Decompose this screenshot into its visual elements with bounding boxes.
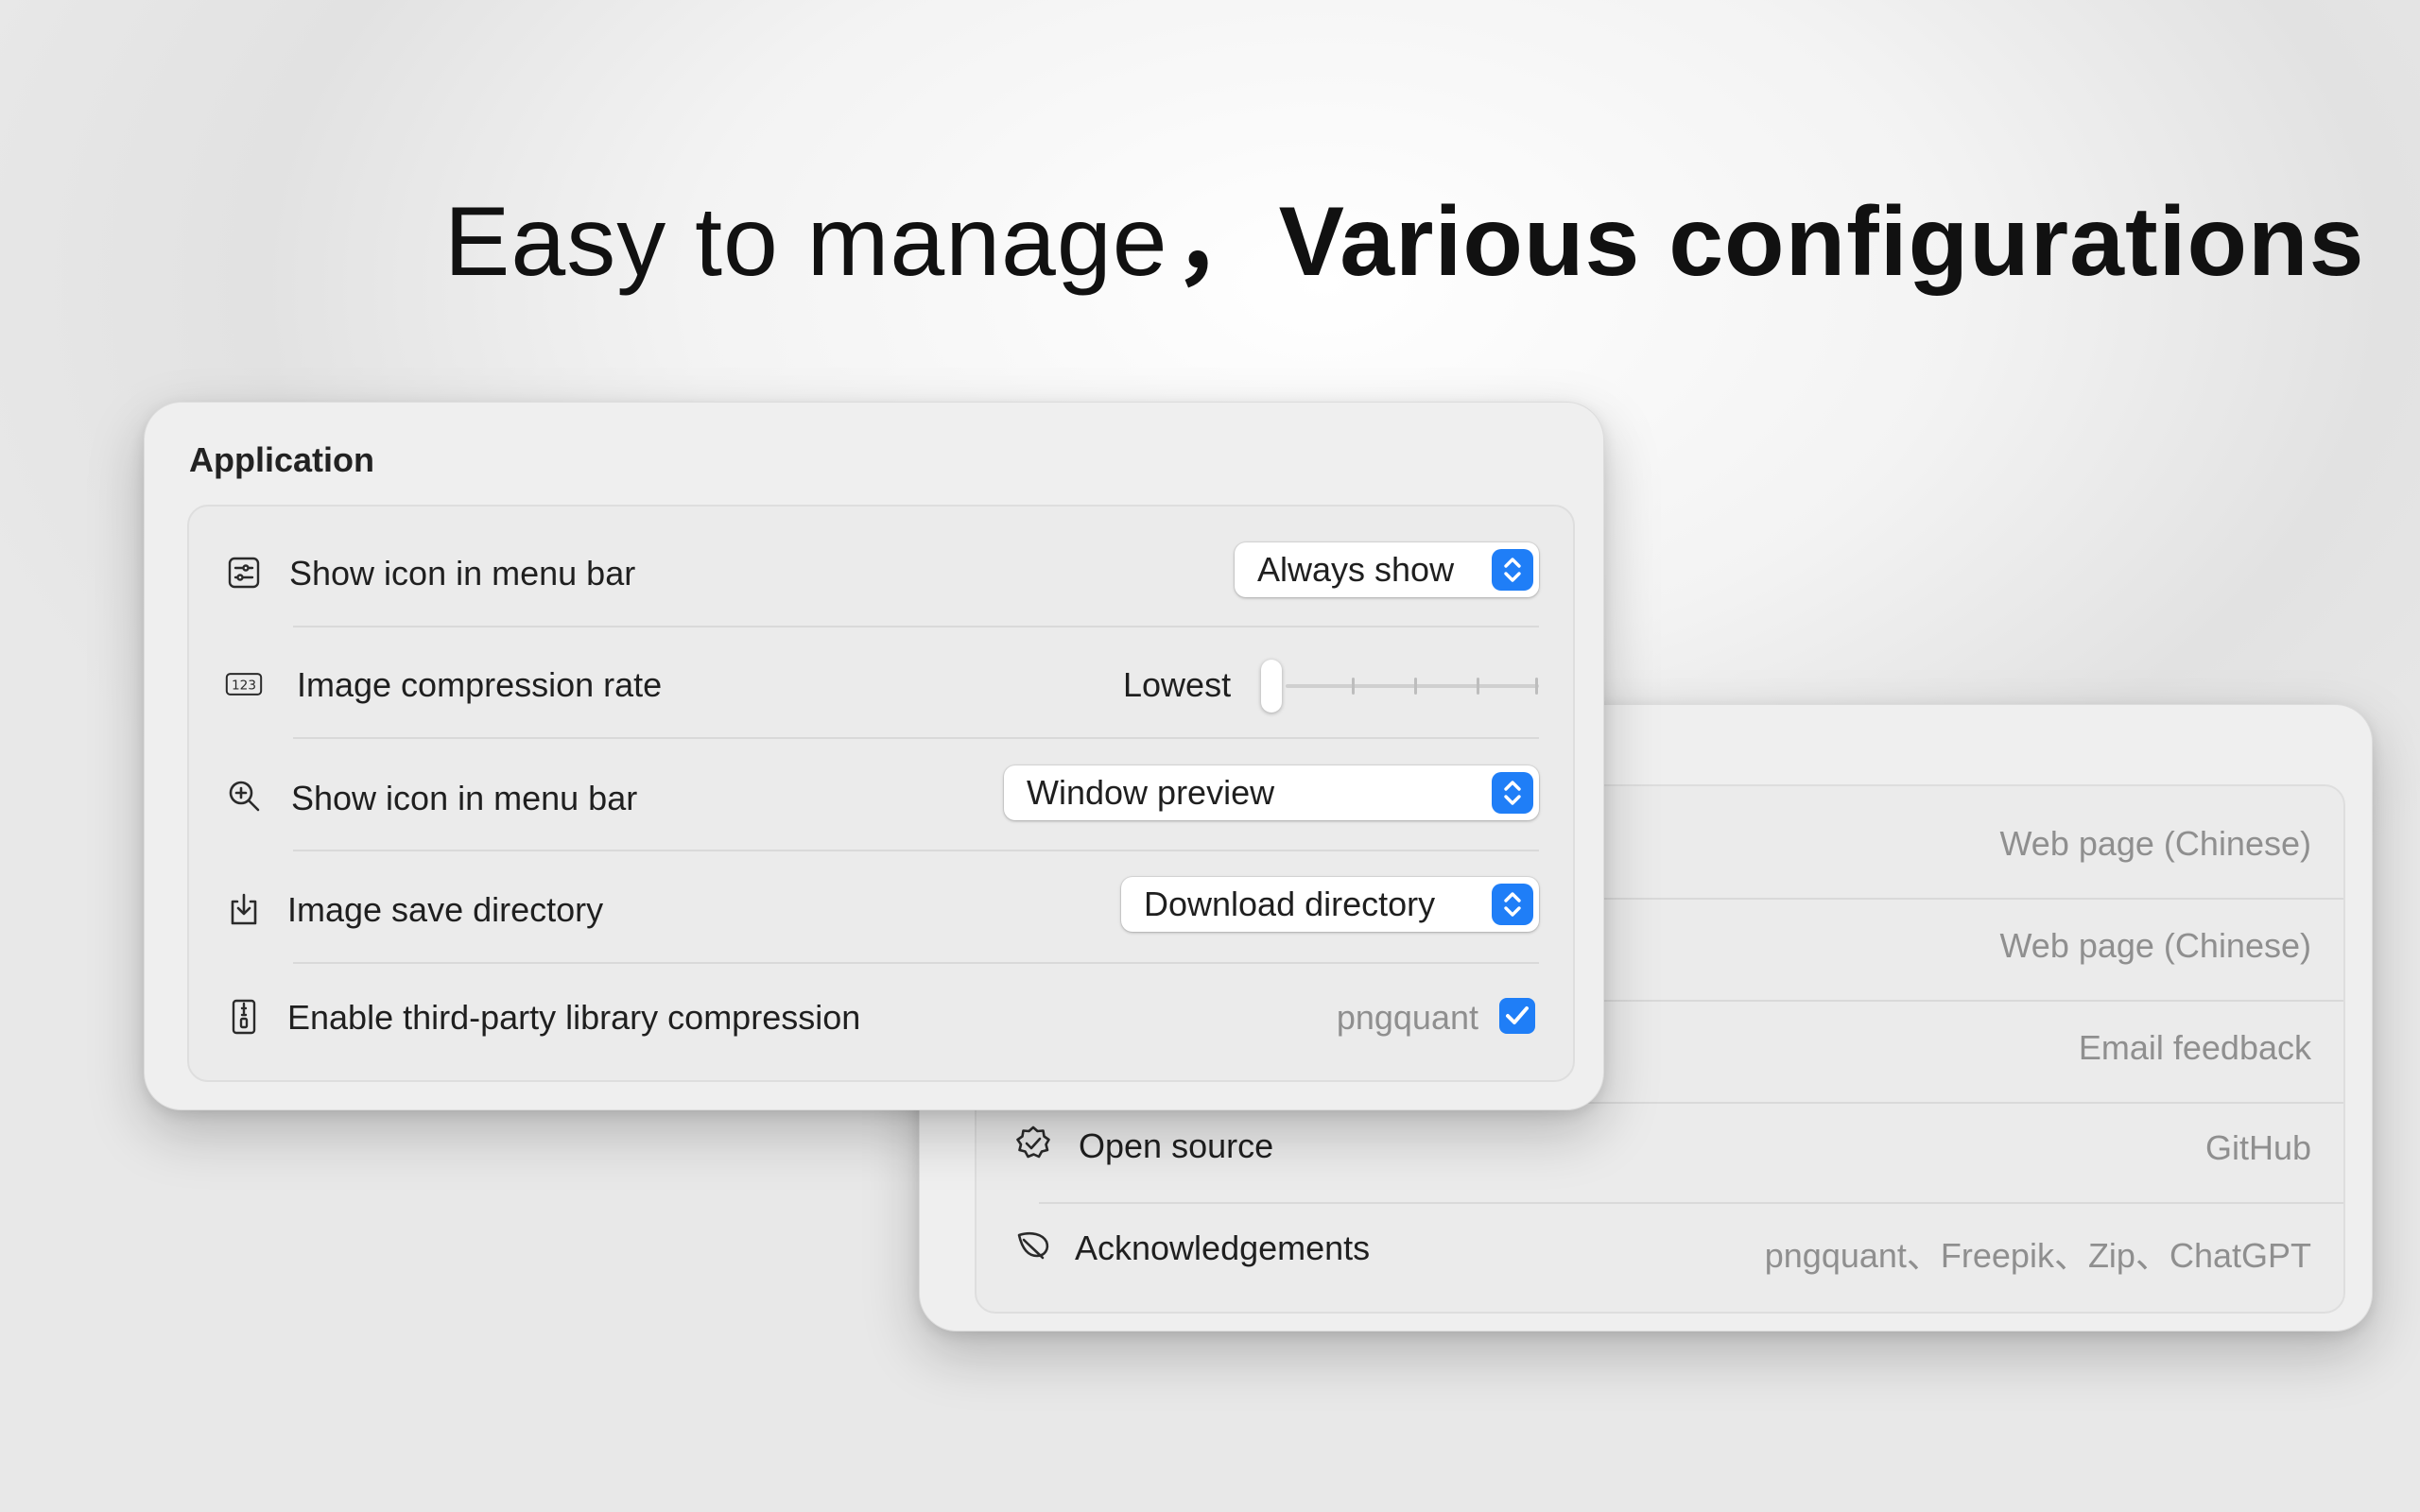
email-feedback-link[interactable]: Email feedback [2079,1028,2311,1068]
github-link[interactable]: GitHub [2205,1128,2311,1168]
website-link-1[interactable]: Web page (Chinese) [1999,824,2311,864]
slider-tick [1535,678,1538,695]
slider-tick [1352,678,1355,695]
checkmark-icon [1506,1006,1529,1024]
row-divider [293,737,1539,739]
row-divider [293,626,1539,627]
third-party-library-name: pngquant [1336,998,1478,1037]
compression-rate-slider-knob[interactable] [1261,660,1282,713]
leaf-icon [1014,1227,1052,1264]
menu-bar-icon-popup-value: Always show [1257,550,1455,589]
headline-light: Easy to manage [444,187,1168,297]
section-title: Application [189,440,374,479]
third-party-compression-checkbox[interactable] [1499,998,1535,1034]
acknowledgements-label: Acknowledgements [1075,1228,1371,1267]
compression-rate-slider[interactable] [1286,684,1539,688]
row-divider [293,962,1539,964]
download-tray-icon [225,890,263,928]
sliders-window-icon [225,554,263,592]
save-directory-popup-value: Download directory [1144,885,1436,923]
application-settings-panel: Application Show icon in menu bar Always… [144,402,1604,1110]
popup-stepper-icon [1492,772,1533,814]
menu-bar-icon-label: Show icon in menu bar [289,554,636,593]
headline-separator: ， [1173,187,1273,297]
popup-stepper-icon [1492,884,1533,925]
headline: Easy to manage，Various configurations [444,161,2363,302]
save-directory-label: Image save directory [287,890,604,929]
verified-badge-icon [1014,1125,1052,1162]
acknowledgements-value: pngquant、Freepik、Zip、ChatGPT [1764,1236,2311,1275]
third-party-compression-label: Enable third-party library compression [287,998,861,1037]
application-group: Show icon in menu bar Always show 123 Im… [187,505,1575,1082]
row-divider [1039,1202,2343,1204]
preview-mode-popup-value: Window preview [1027,773,1275,812]
preview-mode-popup[interactable]: Window preview [1004,765,1539,820]
zoom-in-icon [225,777,263,815]
compression-rate-label: Image compression rate [297,665,663,704]
numbers-123-icon: 123 [225,665,263,703]
website-link-2[interactable]: Web page (Chinese) [1999,926,2311,966]
save-directory-popup[interactable]: Download directory [1121,877,1539,932]
popup-stepper-icon [1492,549,1533,591]
compression-rate-value: Lowest [1123,665,1232,704]
preview-mode-label: Show icon in menu bar [291,779,638,817]
zip-file-icon [225,998,263,1036]
row-divider [293,850,1539,851]
slider-tick [1477,678,1479,695]
svg-text:123: 123 [232,678,256,693]
menu-bar-icon-popup[interactable]: Always show [1235,542,1539,597]
headline-bold: Various configurations [1278,187,2365,297]
open-source-label: Open source [1079,1126,1274,1165]
slider-tick [1414,678,1417,695]
